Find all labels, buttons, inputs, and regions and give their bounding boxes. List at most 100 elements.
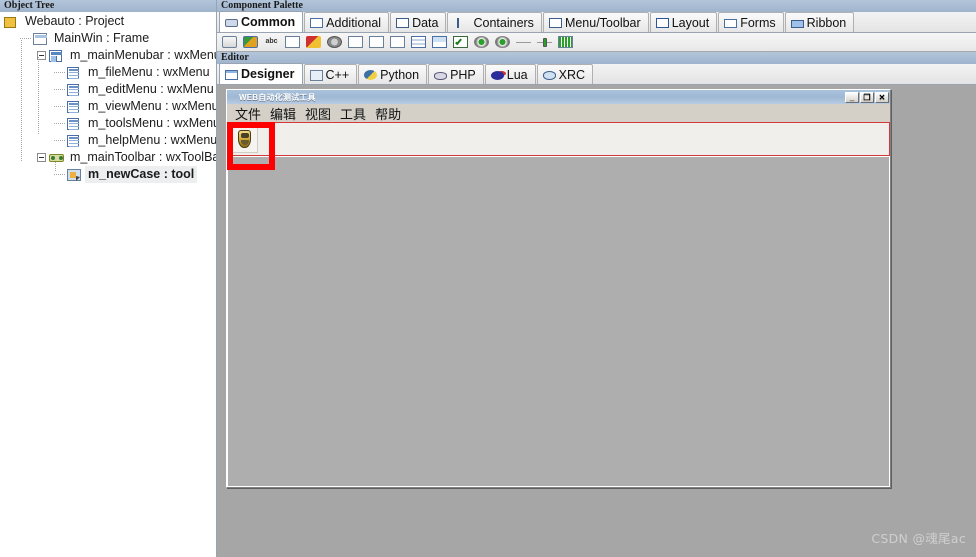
minimize-button[interactable]: _ bbox=[845, 91, 859, 103]
mock-window-menubar[interactable]: 文件 编辑 视图 工具 帮助 bbox=[227, 104, 890, 123]
button-icon[interactable] bbox=[221, 35, 238, 49]
palette-tab-forms[interactable]: Forms bbox=[718, 12, 784, 32]
static-text-icon-glyph: abc bbox=[265, 38, 278, 45]
close-button[interactable]: ✕ bbox=[875, 91, 889, 103]
mock-window-titlebar: WEB自动化测试工具 _ ❐ ✕ bbox=[227, 90, 890, 104]
toolbar-icon-glyph bbox=[49, 153, 64, 162]
editor-tabs[interactable]: Designer C++ Python PHP Lua XRC bbox=[217, 63, 976, 85]
designer-canvas[interactable]: WEB自动化测试工具 _ ❐ ✕ 文件 编辑 视图 工具 帮助 CSDN @魂尾… bbox=[217, 85, 976, 557]
mock-menu-item[interactable]: 帮助 bbox=[375, 104, 401, 123]
tree-node-label: m_mainMenubar : wxMenuBar bbox=[70, 48, 216, 62]
editor-tab-python[interactable]: Python bbox=[358, 64, 428, 84]
mock-app-window[interactable]: WEB自动化测试工具 _ ❐ ✕ 文件 编辑 视图 工具 帮助 bbox=[226, 89, 891, 488]
palette-tab-containers[interactable]: Containers bbox=[447, 12, 542, 32]
gauge-icon-glyph bbox=[558, 36, 573, 48]
editor-tab-label: XRC bbox=[558, 67, 586, 82]
spin-button-icon[interactable] bbox=[368, 35, 385, 49]
component-palette-tabs[interactable]: Common Additional Data Containers Menu/Toolb… bbox=[217, 11, 976, 33]
menu-toolbar-icon bbox=[548, 18, 562, 28]
tree-node[interactable]: m_newCase : tool bbox=[0, 166, 216, 183]
tree-node[interactable]: m_editMenu : wxMenu bbox=[0, 81, 216, 98]
text-ctrl-icon[interactable] bbox=[284, 35, 301, 49]
menu-icon bbox=[66, 66, 82, 80]
tree-node[interactable]: Webauto : Project bbox=[0, 13, 216, 30]
maximize-icon: ❐ bbox=[863, 92, 871, 102]
frame-icon bbox=[32, 32, 48, 46]
mock-menu-item[interactable]: 编辑 bbox=[270, 104, 296, 123]
tree-node-label: Webauto : Project bbox=[25, 14, 125, 28]
tree-node-label: m_editMenu : wxMenu bbox=[88, 82, 214, 96]
menu-icon-glyph bbox=[67, 66, 79, 79]
editor-tab-lua[interactable]: Lua bbox=[484, 64, 536, 84]
tree-connector bbox=[54, 72, 65, 73]
button-icon-glyph bbox=[222, 36, 237, 48]
tree-node[interactable]: m_fileMenu : wxMenu bbox=[0, 64, 216, 81]
mock-window-client-area[interactable] bbox=[227, 156, 890, 487]
combo-box-icon[interactable] bbox=[305, 35, 322, 49]
palette-tab-ribbon[interactable]: Ribbon bbox=[784, 12, 855, 32]
editor-tab-c-[interactable]: C++ bbox=[303, 64, 358, 84]
tree-node[interactable]: m_toolsMenu : wxMenu bbox=[0, 115, 216, 132]
mock-menu-item[interactable]: 工具 bbox=[340, 104, 366, 123]
tree-node[interactable]: m_mainToolbar : wxToolBar bbox=[0, 149, 216, 166]
choice-icon[interactable] bbox=[326, 35, 343, 49]
spin-ctrl-icon[interactable] bbox=[347, 35, 364, 49]
object-tree[interactable]: Webauto : Project MainWin : Frame m_mainMe… bbox=[0, 12, 216, 183]
palette-tab-label: Menu/Toolbar bbox=[564, 15, 641, 30]
menu-icon bbox=[66, 100, 82, 114]
xrc-icon bbox=[542, 71, 556, 80]
search-ctrl-icon[interactable] bbox=[389, 35, 406, 49]
tree-connector bbox=[54, 106, 65, 107]
bitmap-button-icon[interactable] bbox=[242, 35, 259, 49]
tree-vline bbox=[38, 57, 39, 135]
palette-tab-label: Forms bbox=[740, 15, 776, 30]
lua-icon bbox=[490, 71, 504, 80]
common-icon bbox=[225, 19, 238, 27]
slider-icon[interactable] bbox=[536, 35, 553, 49]
list-ctrl-icon[interactable] bbox=[431, 35, 448, 49]
gauge-icon[interactable] bbox=[557, 35, 574, 49]
editor-tab-label: C++ bbox=[325, 67, 350, 82]
radio-box-icon[interactable] bbox=[494, 35, 511, 49]
mock-menu-item[interactable]: 视图 bbox=[305, 104, 331, 123]
list-box-icon-glyph bbox=[411, 36, 426, 48]
text-ctrl-icon-glyph bbox=[285, 36, 300, 48]
check-box-icon[interactable] bbox=[452, 35, 469, 49]
palette-tab-layout[interactable]: Layout bbox=[649, 12, 718, 32]
menu-icon-glyph bbox=[67, 83, 79, 96]
editor-tab-label: Lua bbox=[506, 67, 528, 82]
collapse-icon[interactable] bbox=[37, 153, 46, 162]
spin-ctrl-icon-glyph bbox=[348, 36, 363, 48]
editor-tab-php[interactable]: PHP bbox=[428, 64, 484, 84]
static-line-icon-glyph bbox=[516, 42, 531, 43]
menubar-icon-glyph bbox=[49, 49, 62, 62]
editor-tab-designer[interactable]: Designer bbox=[219, 63, 303, 84]
palette-tab-additional[interactable]: Additional bbox=[304, 12, 390, 32]
cpp-icon bbox=[309, 69, 323, 81]
editor-tab-xrc[interactable]: XRC bbox=[536, 64, 594, 84]
mock-menu-item[interactable]: 文件 bbox=[235, 104, 261, 123]
static-text-icon[interactable]: abc bbox=[263, 35, 280, 49]
mock-window-toolbar[interactable] bbox=[227, 122, 890, 156]
maximize-button[interactable]: ❐ bbox=[860, 91, 874, 103]
editor-tab-label: Designer bbox=[241, 67, 295, 81]
menu-icon bbox=[66, 83, 82, 97]
palette-tab-data[interactable]: Data bbox=[390, 12, 447, 32]
new-case-tool-button[interactable] bbox=[230, 125, 258, 153]
radio-button-icon[interactable] bbox=[473, 35, 490, 49]
list-box-icon[interactable] bbox=[410, 35, 427, 49]
component-palette-icon-strip[interactable]: abc bbox=[217, 33, 976, 52]
palette-tab-common[interactable]: Common bbox=[219, 11, 304, 32]
tree-node[interactable]: m_viewMenu : wxMenu bbox=[0, 98, 216, 115]
tree-node[interactable]: m_helpMenu : wxMenu bbox=[0, 132, 216, 149]
radio-box-icon-glyph bbox=[495, 36, 510, 48]
static-line-icon[interactable] bbox=[515, 35, 532, 49]
palette-tab-label: Data bbox=[412, 15, 439, 30]
object-tree-panel: Object Tree Webauto : Project MainWin : F… bbox=[0, 0, 217, 557]
tree-node[interactable]: MainWin : Frame bbox=[0, 30, 216, 47]
list-ctrl-icon-glyph bbox=[432, 36, 447, 48]
tree-node[interactable]: m_mainMenubar : wxMenuBar bbox=[0, 47, 216, 64]
tree-vline bbox=[21, 40, 22, 162]
palette-tab-menu-toolbar[interactable]: Menu/Toolbar bbox=[542, 12, 649, 32]
tree-node-label: m_toolsMenu : wxMenu bbox=[88, 116, 217, 130]
